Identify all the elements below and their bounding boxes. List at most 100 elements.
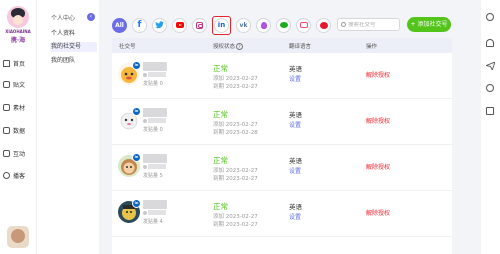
expand-icon[interactable] bbox=[486, 107, 494, 115]
user-avatar[interactable] bbox=[7, 226, 29, 248]
weibo-icon[interactable] bbox=[316, 17, 331, 33]
translation-language: 英语 bbox=[289, 157, 302, 165]
add-account-button[interactable]: + 添加社交号 bbox=[407, 17, 451, 32]
revoke-authorization-link[interactable]: 解除授权 bbox=[366, 162, 390, 171]
header-account: 社交号 bbox=[119, 44, 136, 50]
folder-icon bbox=[3, 103, 10, 111]
search-box[interactable] bbox=[337, 18, 400, 31]
linkedin-icon: in bbox=[214, 17, 229, 33]
tv-icon[interactable] bbox=[296, 17, 311, 33]
nav-item-interaction[interactable]: 互动 bbox=[3, 145, 35, 161]
settings-link[interactable]: 设置 bbox=[289, 212, 301, 221]
auth-status: 正常 bbox=[213, 64, 228, 73]
nav-item-podcast[interactable]: 播客 bbox=[3, 167, 35, 183]
main-sidebar: XIAOHAINA 携·海 首页 贴文 素材 数据 互动 播客 bbox=[0, 0, 37, 254]
post-count: 发贴量 4 bbox=[143, 219, 163, 225]
added-date: 添加 2023-02-27 bbox=[213, 168, 258, 174]
nav-item-label: 数据 bbox=[13, 127, 26, 135]
bell-icon[interactable] bbox=[486, 39, 494, 47]
chart-icon bbox=[3, 126, 10, 134]
linkedin-filter-selected[interactable]: in bbox=[212, 15, 231, 35]
twitter-icon[interactable] bbox=[152, 17, 167, 33]
account-name-redacted bbox=[143, 108, 167, 117]
nav-item-posts[interactable]: 贴文 bbox=[3, 76, 35, 92]
brand-logo[interactable]: XIAOHAINA 携·海 bbox=[4, 6, 32, 46]
brand-name-en: XIAOHAINA bbox=[5, 29, 31, 34]
nav-item-data[interactable]: 数据 bbox=[3, 122, 35, 138]
translation-language: 英语 bbox=[289, 65, 302, 73]
add-circle-icon[interactable] bbox=[486, 84, 494, 92]
facebook-icon[interactable]: f bbox=[132, 17, 147, 33]
settings-link[interactable]: 设置 bbox=[289, 74, 301, 83]
post-icon bbox=[3, 80, 10, 88]
post-count: 发贴量 0 bbox=[143, 127, 163, 133]
revoke-authorization-link[interactable]: 解除授权 bbox=[366, 70, 390, 79]
table-row: in 发贴量 4 正常 添加 2023-02-27 到期 2023-02-27 … bbox=[112, 191, 452, 237]
nav-item-label: 播客 bbox=[13, 172, 26, 180]
nav-item-label: 贴文 bbox=[13, 81, 26, 89]
expire-date: 到期 2023-02-27 bbox=[213, 176, 258, 182]
subnav-item-my-team[interactable]: 我的团队 bbox=[50, 56, 97, 66]
subnav-title: 个人中心 bbox=[51, 15, 76, 22]
header-action: 操作 bbox=[366, 44, 378, 50]
account-name-redacted bbox=[143, 62, 167, 71]
linkedin-badge-icon: in bbox=[132, 61, 141, 70]
added-date: 添加 2023-02-27 bbox=[213, 122, 258, 128]
auth-status: 正常 bbox=[213, 156, 228, 165]
send-icon[interactable] bbox=[486, 62, 495, 70]
help-icon[interactable]: ? bbox=[236, 43, 244, 50]
nav-item-home[interactable]: 首页 bbox=[3, 55, 35, 71]
table-row: in 发贴量 0 正常 添加 2023-02-27 到期 2023-02-27 … bbox=[112, 53, 452, 99]
right-toolbar bbox=[481, 0, 500, 254]
podcast-icon bbox=[3, 171, 10, 179]
search-input[interactable] bbox=[348, 21, 396, 28]
platform-filter-bar: All f in vk bbox=[112, 14, 336, 36]
account-handle-redacted bbox=[143, 72, 166, 77]
table-row: in 发贴量 0 正常 添加 2023-02-27 到期 2023-02-28 … bbox=[112, 99, 452, 145]
podcast-icon[interactable] bbox=[256, 17, 271, 33]
linkedin-badge-icon: in bbox=[132, 199, 141, 208]
added-date: 添加 2023-02-27 bbox=[213, 76, 258, 82]
revoke-authorization-link[interactable]: 解除授权 bbox=[366, 208, 390, 217]
auth-status: 正常 bbox=[213, 202, 228, 211]
wechat-icon[interactable] bbox=[276, 17, 291, 33]
youtube-icon[interactable] bbox=[172, 17, 187, 33]
subnav-item-label: 我的社交号 bbox=[51, 43, 82, 50]
subnav-item-label: 我的团队 bbox=[51, 57, 76, 64]
collapse-panel-button[interactable]: ‹ bbox=[87, 13, 95, 21]
vk-icon[interactable]: vk bbox=[236, 17, 251, 33]
expire-date: 到期 2023-02-27 bbox=[213, 84, 258, 90]
table-header: 社交号 授权状态? 翻译语言 操作 bbox=[112, 38, 452, 53]
search-icon bbox=[341, 22, 346, 27]
nav-item-assets[interactable]: 素材 bbox=[3, 99, 35, 115]
subnav-item-my-accounts[interactable]: 我的社交号 bbox=[50, 42, 97, 52]
account-handle-redacted bbox=[143, 118, 166, 123]
subnav-item-profile[interactable]: 个人资料 bbox=[50, 29, 97, 39]
account-handle-redacted bbox=[143, 210, 166, 215]
post-count: 发贴量 5 bbox=[143, 173, 163, 179]
nav-item-label: 互动 bbox=[13, 150, 26, 158]
personal-center-panel: 个人中心 个人资料 我的社交号 我的团队 bbox=[37, 0, 99, 254]
header-auth-status-label: 授权状态 bbox=[213, 44, 236, 50]
settings-link[interactable]: 设置 bbox=[289, 166, 301, 175]
home-icon bbox=[3, 59, 10, 67]
nav-item-label: 首页 bbox=[13, 60, 26, 68]
brand-mascot-icon bbox=[7, 6, 29, 28]
instagram-icon[interactable] bbox=[192, 17, 207, 33]
table-row: in 发贴量 5 正常 添加 2023-02-27 到期 2023-02-27 … bbox=[112, 145, 452, 191]
post-count: 发贴量 0 bbox=[143, 81, 163, 87]
revoke-authorization-link[interactable]: 解除授权 bbox=[366, 116, 390, 125]
expire-date: 到期 2023-02-27 bbox=[213, 222, 258, 228]
subnav-item-label: 个人资料 bbox=[51, 30, 76, 37]
user-icon[interactable] bbox=[486, 13, 494, 21]
accounts-table: 社交号 授权状态? 翻译语言 操作 in 发贴量 0 正常 添加 2023-02… bbox=[112, 38, 452, 254]
added-date: 添加 2023-02-27 bbox=[213, 214, 258, 220]
linkedin-badge-icon: in bbox=[132, 107, 141, 116]
translation-language: 英语 bbox=[289, 203, 302, 211]
linkedin-badge-icon: in bbox=[132, 153, 141, 162]
settings-link[interactable]: 设置 bbox=[289, 120, 301, 129]
expire-date: 到期 2023-02-28 bbox=[213, 130, 258, 136]
nav-item-label: 素材 bbox=[13, 104, 26, 112]
chat-icon bbox=[3, 149, 10, 157]
platform-all-button[interactable]: All bbox=[112, 17, 127, 33]
